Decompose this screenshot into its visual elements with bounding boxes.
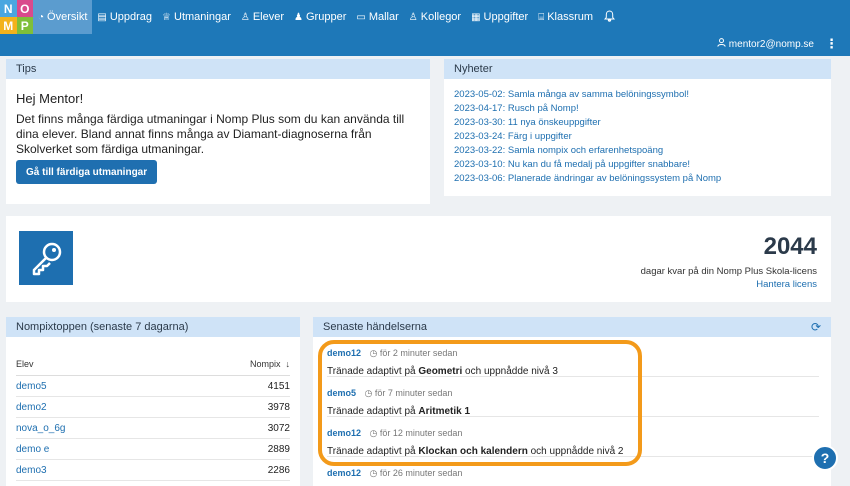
nav-item-uppgifter[interactable]: ▦ Uppgifter bbox=[466, 0, 533, 34]
arrow-down-icon: ↓ bbox=[282, 359, 290, 369]
toplist-title: Nompixtoppen (senaste 7 dagarna) bbox=[6, 317, 300, 337]
event-user-link[interactable]: demo12 bbox=[327, 468, 361, 478]
nav-item-label: Mallar bbox=[368, 11, 399, 23]
table-row: demo2 3978 bbox=[16, 397, 290, 418]
event-time: ◷ för 26 minuter sedan bbox=[369, 468, 462, 478]
nompix-toplist-panel: Nompixtoppen (senaste 7 dagarna) Elev No… bbox=[6, 317, 300, 486]
news-link[interactable]: 2023-05-02: Samla många av samma belönin… bbox=[454, 88, 831, 102]
student-link[interactable]: demo2 bbox=[16, 402, 47, 413]
logo-letter: O bbox=[16, 0, 33, 17]
kebab-icon[interactable]: ⋮ bbox=[825, 37, 838, 51]
user-icon bbox=[717, 38, 726, 50]
column-points-label: Nompix bbox=[249, 359, 281, 369]
tips-panel: Tips Hej Mentor! Det finns många färdiga… bbox=[6, 59, 430, 204]
table-icon: ▦ bbox=[471, 11, 481, 23]
license-days-left: 2044 bbox=[763, 233, 817, 260]
nav-item-label: Utmaningar bbox=[174, 11, 231, 23]
column-student[interactable]: Elev bbox=[16, 359, 34, 369]
student-points: 3072 bbox=[267, 422, 290, 434]
nav-item-mallar[interactable]: ▭ Mallar bbox=[351, 0, 403, 34]
student-link[interactable]: nova_o_6g bbox=[16, 423, 66, 434]
help-icon: ? bbox=[820, 450, 830, 466]
news-panel: Nyheter 2023-05-02: Samla många av samma… bbox=[444, 59, 831, 196]
top-navigation: N O M P ◔ Översikt ▤ Uppdrag ♕ Utmaninga… bbox=[0, 0, 850, 34]
help-button[interactable]: ? bbox=[812, 445, 838, 471]
student-points: 4151 bbox=[267, 380, 290, 392]
bell-icon[interactable] bbox=[598, 9, 621, 25]
news-link[interactable]: 2023-03-24: Färg i uppgifter bbox=[454, 130, 831, 144]
tips-greeting: Hej Mentor! bbox=[16, 91, 84, 106]
user-email: mentor2@nomp.se bbox=[728, 38, 814, 50]
events-header: Senaste händelserna ⟳ bbox=[313, 317, 831, 337]
user-icon: ♙ bbox=[240, 11, 250, 23]
manage-license-link[interactable]: Hantera licens bbox=[756, 279, 817, 290]
student-points: 3978 bbox=[267, 401, 290, 413]
student-link[interactable]: demo e bbox=[16, 444, 49, 455]
gauge-icon: ◔ bbox=[38, 11, 45, 23]
nav-item-oversikt[interactable]: ◔ Översikt bbox=[33, 0, 93, 34]
nav-item-kollegor[interactable]: ♙ Kollegor bbox=[404, 0, 466, 34]
nav-item-label: Uppgifter bbox=[483, 11, 529, 23]
key-icon bbox=[19, 231, 73, 285]
table-row: demo5 4151 bbox=[16, 376, 290, 397]
logo-letter: M bbox=[0, 17, 17, 34]
event-time-text: för 26 minuter sedan bbox=[379, 468, 463, 478]
refresh-icon[interactable]: ⟳ bbox=[811, 320, 821, 334]
license-panel: 2044 dagar kvar på din Nomp Plus Skola-l… bbox=[6, 216, 831, 302]
student-points: 2889 bbox=[267, 443, 290, 455]
nav-item-utmaningar[interactable]: ♕ Utmaningar bbox=[157, 0, 236, 34]
nav-item-label: Grupper bbox=[306, 11, 347, 23]
nav-item-elever[interactable]: ♙ Elever bbox=[236, 0, 289, 34]
license-days-label: dagar kvar på din Nomp Plus Skola-licens bbox=[640, 266, 817, 277]
ready-challenges-button[interactable]: Gå till färdiga utmaningar bbox=[16, 160, 158, 184]
news-link[interactable]: 2023-03-22: Samla nompix och erfarenhets… bbox=[454, 144, 831, 158]
colleagues-icon: ♙ bbox=[408, 11, 418, 23]
tips-body: Det finns många färdiga utmaningar i Nom… bbox=[16, 112, 405, 156]
nav-item-label: Kollegor bbox=[420, 11, 462, 23]
news-list: 2023-05-02: Samla många av samma belönin… bbox=[454, 88, 831, 186]
news-title: Nyheter bbox=[444, 59, 831, 79]
news-link[interactable]: 2023-03-10: Nu kan du få medalj på uppgi… bbox=[454, 158, 831, 172]
news-link[interactable]: 2023-03-30: 11 nya önskeuppgifter bbox=[454, 116, 831, 130]
folder-icon: ▭ bbox=[356, 11, 366, 23]
column-points[interactable]: Nompix ↓ bbox=[250, 359, 290, 369]
nav-item-klassrum[interactable]: ⌸ Klassrum bbox=[533, 0, 598, 34]
nomp-logo[interactable]: N O M P bbox=[0, 0, 33, 34]
nav-item-uppdrag[interactable]: ▤ Uppdrag bbox=[92, 0, 157, 34]
users-icon: ♟ bbox=[294, 11, 303, 23]
events-title: Senaste händelserna bbox=[323, 321, 427, 333]
tips-title: Tips bbox=[6, 59, 430, 79]
nav-item-label: Översikt bbox=[47, 11, 88, 23]
table-row: nova_o_6g 3072 bbox=[16, 418, 290, 439]
nav-item-grupper[interactable]: ♟ Grupper bbox=[289, 0, 351, 34]
clock-icon: ◷ bbox=[369, 468, 380, 478]
nav-item-label: Elever bbox=[252, 11, 285, 23]
table-row: demo e 2889 bbox=[16, 439, 290, 460]
classroom-icon: ⌸ bbox=[538, 11, 545, 23]
logo-letter: N bbox=[0, 0, 17, 17]
toplist-header: Elev Nompix ↓ bbox=[16, 359, 290, 376]
highlight-annotation bbox=[318, 340, 642, 466]
student-points: 2286 bbox=[267, 464, 290, 476]
news-link[interactable]: 2023-04-17: Rusch på Nomp! bbox=[454, 102, 831, 116]
news-link[interactable]: 2023-03-06: Planerade ändringar av belön… bbox=[454, 172, 831, 186]
book-icon: ▤ bbox=[97, 11, 107, 23]
nav-item-label: Uppdrag bbox=[109, 11, 153, 23]
student-link[interactable]: demo3 bbox=[16, 465, 47, 476]
nav-item-label: Klassrum bbox=[547, 11, 594, 23]
user-menu[interactable]: mentor2@nomp.se bbox=[717, 38, 814, 50]
table-row: demo3 2286 bbox=[16, 460, 290, 481]
student-link[interactable]: demo5 bbox=[16, 381, 47, 392]
logo-letter: P bbox=[16, 17, 33, 34]
trophy-icon: ♕ bbox=[162, 11, 172, 23]
